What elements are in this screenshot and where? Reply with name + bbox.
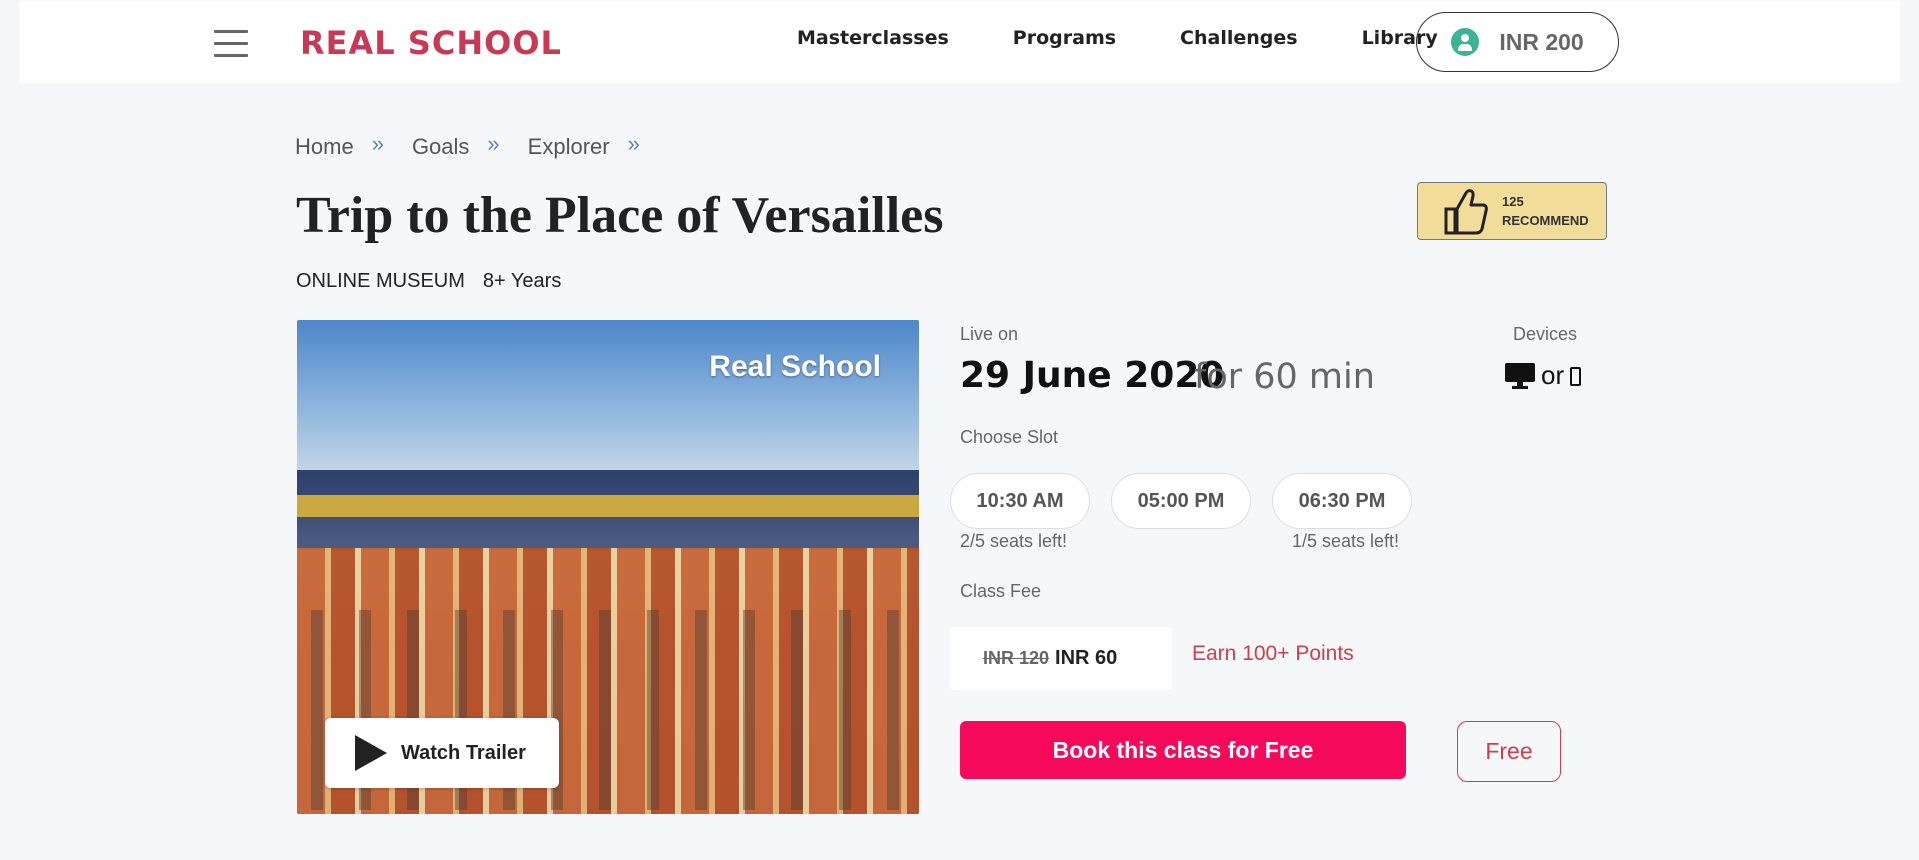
watch-trailer-button[interactable]: Watch Trailer [325,718,559,788]
watch-trailer-label: Watch Trailer [401,741,526,764]
breadcrumb-separator-icon: » [627,131,640,156]
user-icon [1451,28,1480,56]
class-date: 29 June 2020 [960,355,1225,396]
slot-button[interactable]: 06:30 PM [1272,473,1412,529]
original-price: INR 120 [983,648,1050,668]
recommend-text: 125 RECOMMEND [1502,192,1589,230]
recommend-button[interactable]: 125 RECOMMEND [1417,182,1607,240]
nav-programs[interactable]: Programs [1013,27,1116,49]
live-on-label: Live on [960,324,1019,344]
class-duration: for 60 min [1194,357,1375,397]
breadcrumb-goals[interactable]: Goals [412,134,469,160]
class-fee-label: Class Fee [960,581,1042,601]
breadcrumb: Home » Goals » Explorer » [295,131,668,160]
breadcrumb-explorer[interactable]: Explorer [528,134,610,160]
nav-masterclasses[interactable]: Masterclasses [797,27,949,49]
desktop-icon [1505,362,1535,389]
wallet-button[interactable]: INR 200 [1416,12,1619,72]
image-watermark: Real School [709,350,881,383]
play-icon [355,735,387,771]
slot-button[interactable]: 10:30 AM [950,473,1090,529]
seats-left: 2/5 seats left! [960,531,1068,551]
seats-left: 1/5 seats left! [1292,531,1400,551]
logo[interactable]: REAL SCHOOL [300,24,562,62]
free-button[interactable]: Free [1457,721,1561,782]
devices-label: Devices [1513,324,1578,344]
breadcrumb-home[interactable]: Home [295,134,354,160]
recommend-count: 125 [1502,194,1524,209]
mobile-icon [1570,367,1582,386]
recommend-label: RECOMMEND [1502,213,1589,228]
category-label: ONLINE MUSEUM [296,270,465,292]
slot-button[interactable]: 05:00 PM [1111,473,1251,529]
hamburger-menu-icon[interactable] [214,30,248,60]
class-meta: ONLINE MUSEUM 8+ Years [296,270,561,293]
top-header: REAL SCHOOL Masterclasses Programs Chall… [19,1,1900,83]
image-gold-trim [297,495,919,517]
earn-points-text: Earn 100+ Points [1192,642,1354,665]
nav-challenges[interactable]: Challenges [1180,27,1298,49]
age-label: 8+ Years [482,270,562,292]
breadcrumb-separator-icon: » [371,131,384,156]
class-image: Real School Watch Trailer [297,320,919,814]
page-title: Trip to the Place of Versailles [296,187,944,244]
discounted-price: INR 60 [1055,647,1118,669]
breadcrumb-separator-icon: » [487,131,500,156]
main-nav: Masterclasses Programs Challenges Librar… [797,27,1438,49]
fee-box: INR 120 INR 60 [950,627,1172,690]
wallet-amount: INR 200 [1499,28,1584,55]
choose-slot-label: Choose Slot [960,427,1059,447]
devices: or [1505,360,1582,391]
thumbs-up-icon [1444,189,1488,235]
devices-or: or [1541,360,1565,390]
book-class-button[interactable]: Book this class for Free [960,721,1406,779]
